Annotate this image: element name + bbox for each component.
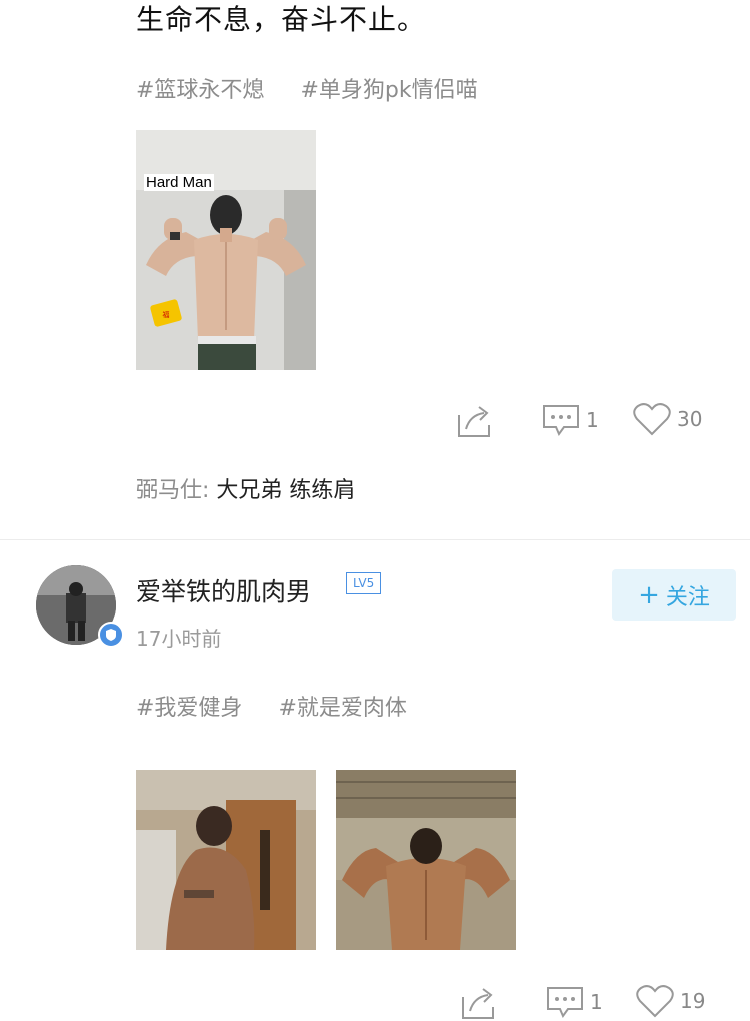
share-button[interactable] bbox=[460, 985, 498, 1021]
like-button[interactable]: 19 bbox=[636, 984, 705, 1018]
divider bbox=[0, 539, 750, 540]
post-image[interactable] bbox=[336, 770, 516, 950]
post-image[interactable] bbox=[136, 770, 316, 950]
comment-button[interactable]: 1 bbox=[542, 403, 599, 437]
tag-link[interactable]: #我爱健身 bbox=[136, 690, 242, 722]
image-caption: Hard Man bbox=[144, 174, 214, 191]
comment-button[interactable]: 1 bbox=[546, 985, 603, 1019]
tag-link[interactable]: #就是爱肉体 bbox=[278, 690, 406, 722]
post-text: 生命不息，奋斗不止。 bbox=[136, 3, 427, 36]
post-image[interactable]: 福 Hard Man bbox=[136, 130, 316, 370]
reply-author[interactable]: 弼马仕: bbox=[136, 478, 209, 503]
like-count: 30 bbox=[677, 407, 703, 431]
tag-link[interactable]: #单身狗pk情侣喵 bbox=[300, 72, 477, 104]
share-icon bbox=[462, 988, 494, 1019]
comment-count: 1 bbox=[590, 990, 603, 1014]
level-badge: LV5 bbox=[346, 572, 382, 594]
follow-button[interactable]: + 关注 bbox=[612, 569, 736, 621]
comment-icon bbox=[547, 987, 583, 1019]
svg-text:福: 福 bbox=[163, 310, 170, 319]
reply-preview[interactable]: 弼马仕: 大兄弟 练练肩 bbox=[136, 472, 355, 504]
post-time: 17小时前 bbox=[136, 627, 222, 651]
comment-icon bbox=[543, 405, 579, 437]
post-tags: #篮球永不熄 #单身狗pk情侣喵 bbox=[136, 72, 478, 104]
comment-count: 1 bbox=[586, 408, 599, 432]
heart-icon bbox=[636, 985, 674, 1018]
tag-link[interactable]: #篮球永不熄 bbox=[136, 72, 264, 104]
plus-icon: + bbox=[638, 580, 660, 610]
heart-icon bbox=[633, 403, 671, 436]
share-icon bbox=[458, 406, 490, 437]
post-tags: #我爱健身 #就是爱肉体 bbox=[136, 690, 407, 722]
follow-label: 关注 bbox=[665, 585, 710, 610]
username[interactable]: 爱举铁的肌肉男 bbox=[136, 572, 311, 608]
verified-badge-icon bbox=[98, 622, 124, 648]
like-count: 19 bbox=[680, 989, 706, 1013]
share-button[interactable] bbox=[456, 403, 494, 439]
reply-text: 大兄弟 练练肩 bbox=[216, 478, 356, 503]
like-button[interactable]: 30 bbox=[633, 402, 702, 436]
